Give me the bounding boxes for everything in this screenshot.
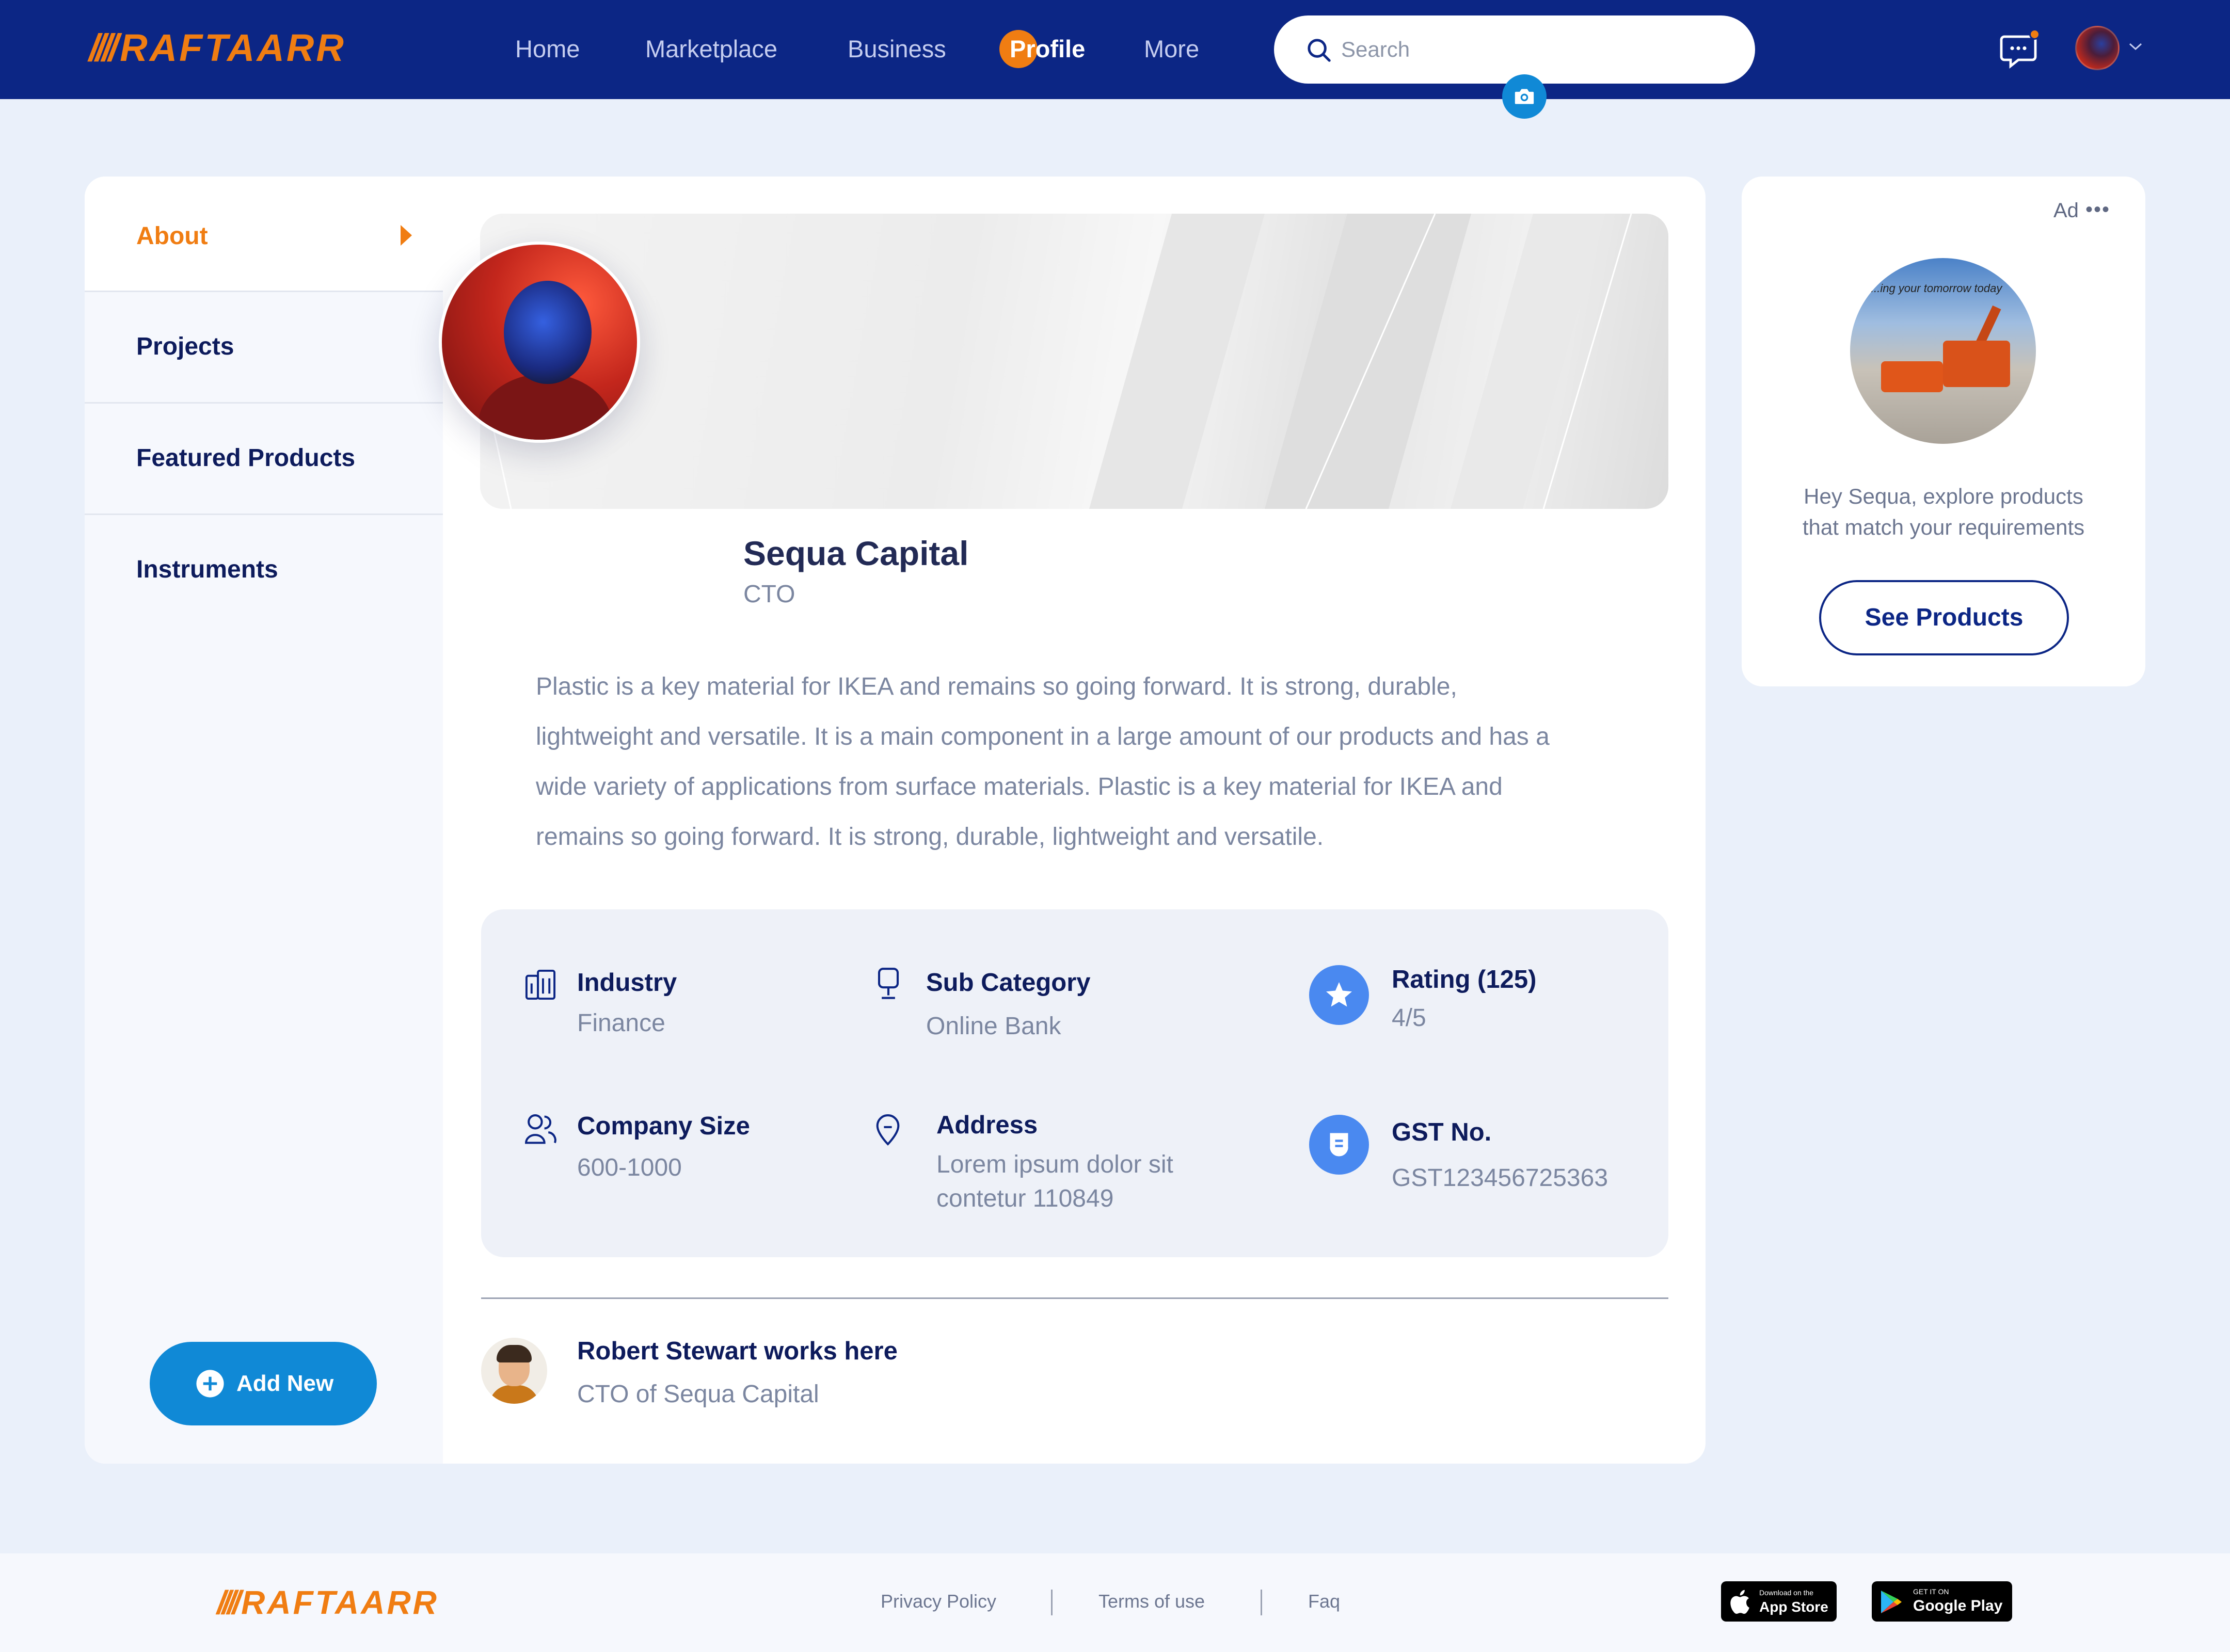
sub-category-label: Sub Category bbox=[926, 969, 1091, 997]
rating-value: 4/5 bbox=[1392, 1004, 1426, 1032]
footer-separator bbox=[1261, 1590, 1262, 1615]
nav-link-marketplace[interactable]: Marketplace bbox=[645, 32, 777, 66]
search-bar[interactable] bbox=[1274, 15, 1755, 84]
industry-value: Finance bbox=[577, 1009, 665, 1037]
nav-link-profile[interactable]: Profile bbox=[1010, 32, 1085, 66]
google-play-badge[interactable]: GET IT ON Google Play bbox=[1872, 1581, 2012, 1622]
google-play-icon bbox=[1881, 1591, 1902, 1613]
address-value-line2: contetur 110849 bbox=[936, 1185, 1114, 1212]
sidebar: About Projects Featured Products Instrum… bbox=[85, 177, 443, 1464]
footer-separator bbox=[1051, 1590, 1053, 1615]
ad-message: Hey Sequa, explore products that match y… bbox=[1802, 484, 2085, 539]
sidebar-item-projects[interactable]: Projects bbox=[85, 292, 443, 404]
app-store-small-text: Download on the bbox=[1759, 1589, 1814, 1597]
sidebar-item-label: Projects bbox=[136, 333, 234, 360]
avatar[interactable] bbox=[2075, 26, 2120, 70]
camera-icon bbox=[1515, 89, 1534, 104]
app-store-big-text: App Store bbox=[1759, 1599, 1828, 1615]
address-label: Address bbox=[936, 1111, 1038, 1139]
cover-image bbox=[480, 214, 1668, 509]
profile-name: Sequa Capital bbox=[743, 534, 969, 572]
add-new-label: Add New bbox=[236, 1371, 334, 1396]
sub-category-value: Online Bank bbox=[926, 1013, 1061, 1040]
rating-label: Rating (125) bbox=[1392, 966, 1537, 993]
caret-right-icon bbox=[401, 225, 412, 246]
google-play-small-text: GET IT ON bbox=[1913, 1587, 1949, 1596]
chevron-down-icon[interactable] bbox=[2128, 41, 2143, 52]
building-icon bbox=[525, 969, 556, 1000]
company-size-value: 600-1000 bbox=[577, 1154, 682, 1181]
search-icon bbox=[1308, 39, 1331, 62]
profile-picture[interactable] bbox=[439, 242, 640, 443]
industry-label: Industry bbox=[577, 969, 677, 997]
star-badge-icon bbox=[1309, 965, 1369, 1025]
chat-icon[interactable] bbox=[1997, 26, 2043, 72]
plus-circle-icon bbox=[196, 1370, 224, 1398]
add-new-button[interactable]: Add New bbox=[150, 1342, 377, 1425]
nav-link-home[interactable]: Home bbox=[515, 32, 580, 66]
sidebar-item-about[interactable]: About bbox=[85, 177, 443, 292]
shield-badge-icon bbox=[1309, 1115, 1369, 1175]
ad-image-tagline: ...ing your tomorrow today bbox=[1871, 282, 2002, 295]
nav-link-business[interactable]: Business bbox=[848, 32, 946, 66]
address-value-line1: Lorem ipsum dolor sit bbox=[936, 1151, 1173, 1178]
cover-pattern bbox=[480, 214, 1632, 509]
top-navbar: ////RAFTAARR Home Marketplace Business P… bbox=[0, 0, 2230, 99]
apple-icon bbox=[1730, 1590, 1749, 1614]
location-pin-icon bbox=[876, 1114, 900, 1146]
sidebar-item-label: Instruments bbox=[136, 556, 278, 583]
footer-link-terms[interactable]: Terms of use bbox=[1098, 1591, 1205, 1612]
change-cover-button[interactable] bbox=[1502, 74, 1547, 119]
sidebar-item-instruments[interactable]: Instruments bbox=[85, 515, 443, 627]
search-input[interactable] bbox=[1341, 31, 1733, 68]
gst-value: GST123456725363 bbox=[1392, 1164, 1608, 1192]
see-products-button[interactable]: See Products bbox=[1819, 580, 2069, 655]
more-options-icon[interactable]: ••• bbox=[2085, 199, 2110, 220]
google-play-big-text: Google Play bbox=[1913, 1597, 2003, 1614]
company-size-label: Company Size bbox=[577, 1112, 750, 1140]
presentation-icon bbox=[878, 968, 899, 999]
footer-brand-logo[interactable]: ////RAFTAARR bbox=[217, 1585, 439, 1619]
ad-image[interactable]: ...ing your tomorrow today bbox=[1850, 258, 2036, 444]
sidebar-item-label: Featured Products bbox=[136, 444, 356, 472]
nav-link-more[interactable]: More bbox=[1144, 32, 1199, 66]
sidebar-item-label: About bbox=[136, 222, 208, 250]
sidebar-item-featured-products[interactable]: Featured Products bbox=[85, 404, 443, 515]
users-icon bbox=[525, 1114, 556, 1144]
footer-link-faq[interactable]: Faq bbox=[1308, 1591, 1340, 1612]
section-divider bbox=[481, 1297, 1668, 1299]
footer-link-privacy[interactable]: Privacy Policy bbox=[881, 1591, 996, 1612]
worker-avatar[interactable] bbox=[481, 1338, 547, 1404]
app-store-badge[interactable]: Download on the App Store bbox=[1721, 1581, 1837, 1622]
brand-logo[interactable]: ////RAFTAARR bbox=[89, 29, 346, 67]
ad-label: Ad bbox=[2053, 199, 2079, 222]
gst-label: GST No. bbox=[1392, 1118, 1492, 1146]
about-description: Plastic is a key material for IKEA and r… bbox=[536, 673, 1550, 851]
worker-subtitle: CTO of Sequa Capital bbox=[577, 1381, 819, 1408]
worker-title[interactable]: Robert Stewart works here bbox=[577, 1337, 898, 1366]
profile-role: CTO bbox=[743, 581, 795, 608]
